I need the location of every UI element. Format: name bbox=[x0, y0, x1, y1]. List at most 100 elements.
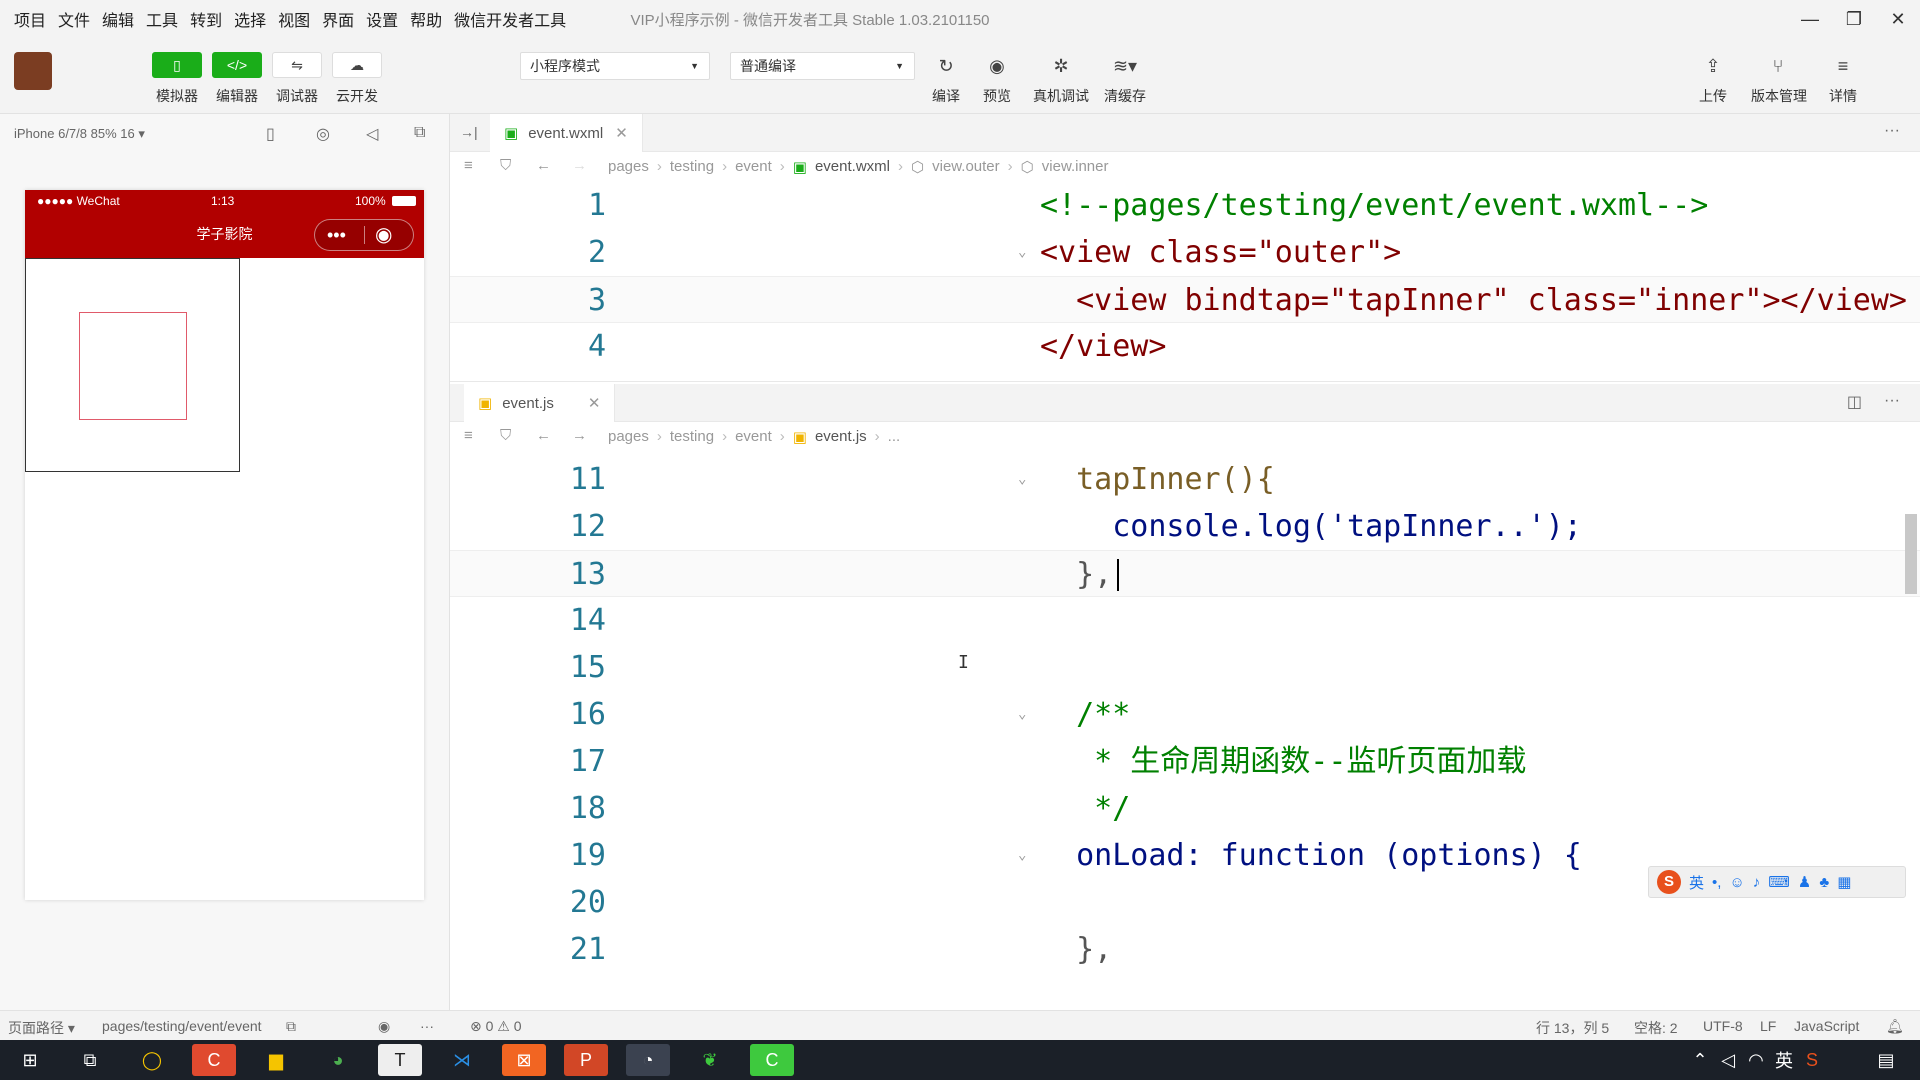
forward-arrow-icon[interactable]: → bbox=[572, 157, 587, 174]
vscode-icon[interactable]: ⋊ bbox=[440, 1044, 484, 1076]
chrome-icon[interactable]: ◕ bbox=[316, 1044, 360, 1076]
cursor-position[interactable]: 行 13，列 5 bbox=[1536, 1018, 1609, 1038]
mode-select[interactable]: 小程序模式 ▼ bbox=[520, 52, 710, 80]
code-text: <view class="outer"> bbox=[1040, 235, 1402, 270]
close-miniprogram-icon[interactable]: ◉ bbox=[375, 213, 392, 257]
fold-chevron-icon[interactable]: ⌄ bbox=[1018, 832, 1026, 879]
skin-icon[interactable]: ♣ bbox=[1819, 874, 1829, 891]
close-icon[interactable]: ✕ bbox=[588, 394, 601, 412]
maximize-button[interactable]: ❐ bbox=[1834, 6, 1874, 32]
version-button[interactable]: ⑂ bbox=[1759, 52, 1797, 80]
cloud-button[interactable]: ☁ bbox=[332, 52, 382, 78]
encoding[interactable]: UTF-8 bbox=[1703, 1018, 1743, 1034]
top-code-editor[interactable]: 1 <!--pages/testing/event/event.wxml--> … bbox=[450, 182, 1920, 382]
fold-chevron-icon[interactable]: ⌄ bbox=[1018, 229, 1026, 276]
mic-icon[interactable]: ♪ bbox=[1753, 874, 1761, 891]
ime-language-label[interactable]: 英 bbox=[1689, 872, 1704, 893]
real-debug-button[interactable]: ✲ bbox=[1042, 52, 1080, 80]
simulator-toggle-button[interactable]: ▯ bbox=[152, 52, 202, 78]
volume-icon[interactable]: ◁ bbox=[366, 124, 378, 144]
back-arrow-icon[interactable]: ← bbox=[536, 157, 551, 174]
details-button[interactable]: ≡ bbox=[1824, 52, 1862, 80]
notification-icon[interactable]: ▤ bbox=[1868, 1044, 1904, 1076]
collapse-panel-icon[interactable]: →| bbox=[460, 124, 478, 140]
breadcrumb-item[interactable]: view.outer bbox=[932, 158, 1000, 176]
breadcrumb-item[interactable]: pages bbox=[608, 428, 649, 446]
page-path-select[interactable]: 页面路径 ▾ bbox=[8, 1018, 75, 1038]
ime-tray-icon[interactable]: 英 bbox=[1772, 1044, 1796, 1076]
minimize-button[interactable]: — bbox=[1790, 6, 1830, 32]
tray-chevron-icon[interactable]: ⌃ bbox=[1688, 1044, 1712, 1076]
more-icon[interactable]: ··· bbox=[1884, 392, 1900, 410]
avatar[interactable] bbox=[14, 52, 52, 90]
language-mode[interactable]: JavaScript bbox=[1794, 1018, 1859, 1034]
volume-tray-icon[interactable]: ◁ bbox=[1716, 1044, 1740, 1076]
bottom-code-editor[interactable]: 11 ⌄ tapInner(){ 12 console.log('tapInne… bbox=[450, 456, 1920, 1010]
debugger-toggle-button[interactable]: ⇋ bbox=[272, 52, 322, 78]
indentation[interactable]: 空格: 2 bbox=[1634, 1018, 1678, 1038]
task-view-icon[interactable]: ⧉ bbox=[68, 1044, 112, 1076]
popout-icon[interactable]: ⧉ bbox=[414, 124, 425, 142]
eye-icon[interactable]: ◉ bbox=[378, 1018, 390, 1035]
breadcrumb-item[interactable]: pages bbox=[608, 158, 649, 176]
compile-mode-select[interactable]: 普通编译 ▼ bbox=[730, 52, 915, 80]
forward-arrow-icon[interactable]: → bbox=[572, 427, 587, 444]
problems-indicator[interactable]: ⊗ 0 ⚠ 0 bbox=[470, 1018, 522, 1035]
keyboard-icon[interactable]: ⌨ bbox=[1768, 873, 1790, 891]
wechat-devtools-icon[interactable]: ◔ bbox=[626, 1044, 670, 1076]
powerpoint-icon[interactable]: P bbox=[564, 1044, 608, 1076]
ime-toolbar[interactable]: S 英 •, ☺ ♪ ⌨ ♟ ♣ ▦ bbox=[1648, 866, 1906, 898]
breadcrumb-item[interactable]: testing bbox=[670, 428, 714, 446]
list-icon[interactable]: ≡ bbox=[464, 427, 473, 444]
line-ending[interactable]: LF bbox=[1760, 1018, 1776, 1034]
fold-chevron-icon[interactable]: ⌄ bbox=[1018, 456, 1026, 503]
preview-button[interactable]: ◉ bbox=[978, 52, 1016, 80]
close-button[interactable]: ✕ bbox=[1878, 6, 1918, 32]
back-arrow-icon[interactable]: ← bbox=[536, 427, 551, 444]
breadcrumb-item[interactable]: event.wxml bbox=[815, 158, 890, 176]
rotate-icon[interactable]: ▯ bbox=[266, 124, 275, 144]
punctuation-icon[interactable]: •, bbox=[1712, 874, 1721, 891]
copy-icon[interactable]: ⧉ bbox=[286, 1018, 296, 1035]
clear-cache-button[interactable]: ≋▾ bbox=[1106, 52, 1144, 80]
device-select[interactable]: iPhone 6/7/8 85% 16 ▾ bbox=[14, 126, 145, 142]
bookmark-icon[interactable]: ⛉ bbox=[500, 427, 511, 444]
breadcrumb-item[interactable]: ... bbox=[888, 428, 901, 446]
compile-button[interactable]: ↻ bbox=[927, 52, 965, 80]
emoji-icon[interactable]: ☺ bbox=[1729, 874, 1744, 891]
tab-event-js[interactable]: ▣ event.js ✕ bbox=[464, 384, 616, 422]
breadcrumb-item[interactable]: view.inner bbox=[1042, 158, 1109, 176]
more-icon[interactable]: ··· bbox=[420, 1018, 434, 1034]
app-grid-icon[interactable]: ⊠ bbox=[502, 1044, 546, 1076]
sogou-tray-icon[interactable]: S bbox=[1800, 1044, 1824, 1076]
grid-icon[interactable]: ▦ bbox=[1837, 873, 1851, 891]
scrollbar-thumb[interactable] bbox=[1905, 514, 1917, 594]
breadcrumb-item[interactable]: event.js bbox=[815, 428, 867, 446]
split-editor-icon[interactable]: ◫ bbox=[1847, 392, 1862, 412]
typora-icon[interactable]: T bbox=[378, 1044, 422, 1076]
camtasia-icon[interactable]: C bbox=[750, 1044, 794, 1076]
breadcrumb-item[interactable]: testing bbox=[670, 158, 714, 176]
close-icon[interactable]: ✕ bbox=[615, 124, 628, 142]
user-icon[interactable]: ♟ bbox=[1798, 873, 1811, 891]
more-icon[interactable]: ••• bbox=[327, 213, 346, 257]
tab-event-wxml[interactable]: ▣ event.wxml ✕ bbox=[490, 114, 643, 152]
search-circle-icon[interactable]: ◯ bbox=[130, 1044, 174, 1076]
breadcrumb-item[interactable]: event bbox=[735, 428, 772, 446]
capsule-menu[interactable]: ••• ◉ bbox=[314, 219, 414, 251]
bookmark-icon[interactable]: ⛉ bbox=[500, 157, 511, 174]
bell-icon[interactable]: 🔔︎ bbox=[1886, 1018, 1904, 1035]
file-explorer-icon[interactable]: ▆ bbox=[254, 1044, 298, 1076]
network-tray-icon[interactable]: ◠ bbox=[1744, 1044, 1768, 1076]
upload-button[interactable]: ⇪ bbox=[1694, 52, 1732, 80]
more-icon[interactable]: ··· bbox=[1884, 122, 1900, 140]
app-leaf-icon[interactable]: ❦ bbox=[688, 1044, 732, 1076]
inner-view[interactable] bbox=[79, 312, 187, 420]
fold-chevron-icon[interactable]: ⌄ bbox=[1018, 691, 1026, 738]
app-c-icon[interactable]: C bbox=[192, 1044, 236, 1076]
record-icon[interactable]: ◎ bbox=[316, 124, 330, 144]
windows-start-icon[interactable]: ⊞ bbox=[8, 1044, 52, 1076]
editor-toggle-button[interactable]: </> bbox=[212, 52, 262, 78]
list-icon[interactable]: ≡ bbox=[464, 157, 473, 174]
breadcrumb-item[interactable]: event bbox=[735, 158, 772, 176]
